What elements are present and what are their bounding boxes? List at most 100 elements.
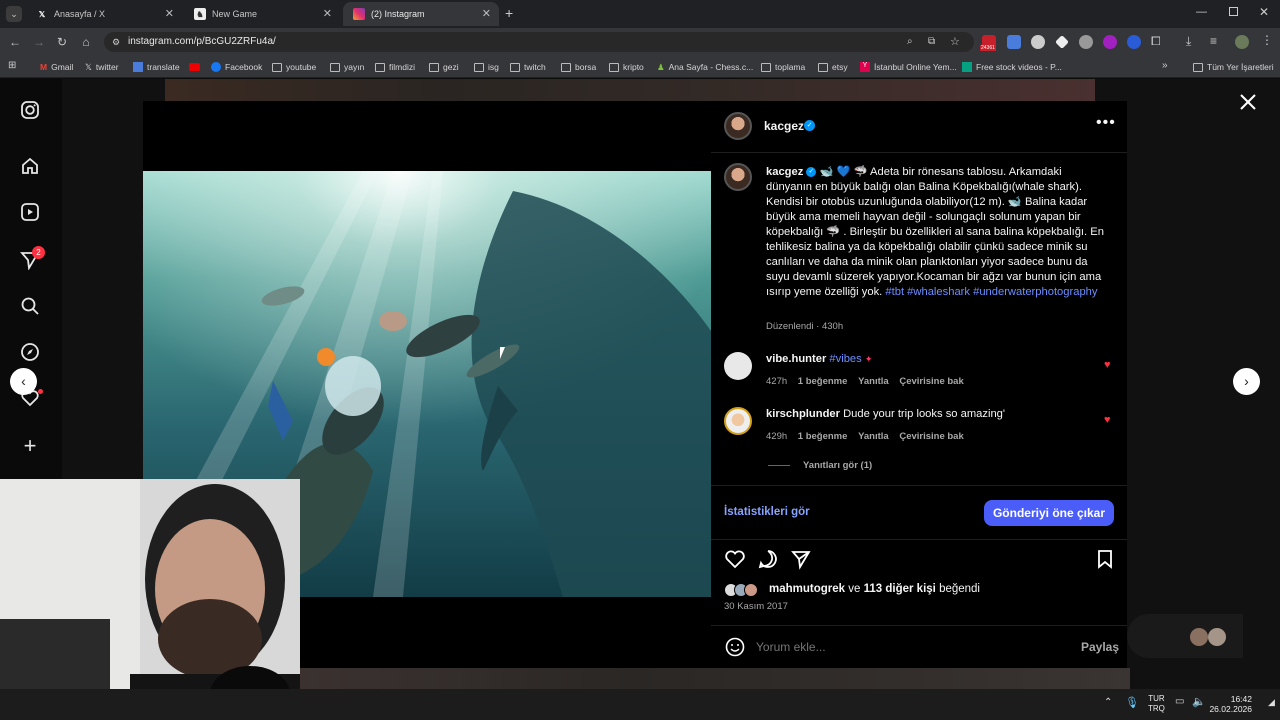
next-post-button[interactable]: › [1233,368,1260,395]
bookmark-folder-kripto[interactable]: kripto [609,59,644,75]
commenter-avatar[interactable] [724,407,752,435]
install-app-icon[interactable]: ⧉ [928,32,935,52]
browser-menu-icon[interactable]: ⋮ [1261,33,1273,47]
language-indicator[interactable]: TUR TRQ [1148,694,1165,714]
close-tab-icon[interactable]: ✕ [165,7,174,20]
reply-button[interactable]: Yanıtla [858,431,889,442]
tab-instagram[interactable]: (2) Instagram ✕ [343,2,499,26]
extension-grey-icon[interactable] [1031,35,1045,49]
comment-likes[interactable]: 1 beğenme [798,376,848,387]
notification-center-icon[interactable]: ◢ [1268,697,1275,708]
bookmark-folder-etsy[interactable]: etsy [818,59,848,75]
bookmark-facebook[interactable]: Facebook [211,59,262,75]
bookmark-star-icon[interactable]: ☆ [950,32,960,52]
caption-username[interactable]: kacgez [766,166,803,178]
author-avatar[interactable] [724,112,752,140]
liked-by-others[interactable]: 113 diğer kişi [864,583,936,595]
more-options-icon[interactable]: ••• [1096,114,1116,132]
translate-extension-icon[interactable] [1007,35,1021,49]
bookmark-youtube-play[interactable] [189,59,200,75]
author-username[interactable]: kacgez [764,119,804,133]
caption-avatar[interactable] [724,163,752,191]
comment-username[interactable]: vibe.hunter [766,353,826,365]
comment-input[interactable] [756,637,1056,657]
url-input[interactable]: ⚙ instagram.com/p/BcGU2ZRFu4a/ ⌕ ⧉ ☆ [104,32,974,52]
emoji-picker-icon[interactable] [724,636,746,663]
show-hidden-icons-icon[interactable]: ⌃ [1104,697,1112,708]
bookmark-yemeksepeti[interactable]: Y İstanbul Online Yem... [860,59,957,75]
extension-purple-icon[interactable] [1103,35,1117,49]
instagram-logo-icon[interactable] [20,100,40,120]
commenter-avatar[interactable] [724,352,752,380]
all-bookmarks[interactable]: Tüm Yer İşaretleri [1193,59,1274,75]
save-bookmark-icon[interactable] [1094,548,1116,575]
bookmark-folder-toplama[interactable]: toplama [761,59,805,75]
new-tab-button[interactable]: + [505,5,513,21]
extensions-puzzle-icon[interactable]: ⧠ [1151,34,1161,49]
bookmark-folder-gezi[interactable]: gezi [429,59,459,75]
create-plus-icon[interactable]: + [20,435,40,457]
bookmark-folder-isg[interactable]: isg [474,59,499,75]
comment-username[interactable]: kirschplunder [766,408,840,420]
comment-likes[interactable]: 1 beğenme [798,431,848,442]
hashtag-whaleshark[interactable]: #whaleshark [907,286,970,298]
bookmark-folder-twitch[interactable]: twitch [510,59,546,75]
bookmark-folder-yayin[interactable]: yayın [330,59,364,75]
extension-blue-icon[interactable] [1127,35,1141,49]
tab-new-game[interactable]: ♞ New Game ✕ [184,2,340,26]
site-info-icon[interactable]: ⚙ [112,32,120,52]
hashtag-underwaterphotography[interactable]: #underwaterphotography [973,286,1097,298]
search-icon[interactable] [20,296,40,316]
profile-avatar[interactable] [1235,35,1249,49]
close-modal-icon[interactable] [1238,92,1258,112]
minimize-button[interactable]: — [1196,6,1207,18]
bookmark-folder-borsa[interactable]: borsa [561,59,596,75]
bookmark-pexels[interactable]: Free stock videos - P... [962,59,1062,75]
home-icon[interactable]: ⌂ [78,34,94,50]
extension-glasses-icon[interactable] [1079,35,1093,49]
comment-text[interactable]: #vibes [829,353,861,365]
tab-x[interactable]: 𝕏 Anasayfa / X ✕ [26,2,182,26]
more-bookmarks-icon[interactable]: » [1162,60,1168,71]
apps-grid-icon[interactable]: ⊞ [8,60,16,71]
like-heart-icon[interactable] [724,548,746,575]
close-tab-icon[interactable]: ✕ [482,7,491,20]
translate-button[interactable]: Çevirisine bak [899,431,963,442]
reload-icon[interactable]: ↻ [54,34,70,50]
extension-diamond-icon[interactable] [1055,35,1069,49]
bookmark-folder-youtube[interactable]: youtube [272,59,316,75]
previous-post-button[interactable]: ‹ [10,368,37,395]
share-send-icon[interactable] [790,548,812,575]
microphone-icon[interactable]: 🎙 [1125,696,1139,709]
explore-compass-icon[interactable] [20,342,40,362]
clock[interactable]: 16:42 26.02.2026 [1208,694,1252,714]
zoom-icon[interactable]: ⌕ [907,32,913,52]
comment-like-heart-icon[interactable]: ♥ [1104,414,1111,426]
reading-list-icon[interactable]: ≡ [1210,34,1217,48]
bookmark-folder-filmdizi[interactable]: filmdizi [375,59,415,75]
insights-link[interactable]: İstatistikleri gör [724,506,810,518]
restore-button[interactable] [1229,7,1238,16]
forward-arrow-icon[interactable]: → [31,34,47,50]
back-arrow-icon[interactable]: ← [7,34,23,50]
hashtag-tbt[interactable]: #tbt [885,286,904,298]
tab-search-button[interactable]: ⌄ [6,6,22,22]
reels-icon[interactable] [20,202,40,222]
network-icon[interactable]: ▭ [1175,696,1184,707]
comment-like-heart-icon[interactable]: ♥ [1104,359,1111,371]
close-window-button[interactable]: ✕ [1259,5,1269,19]
liked-by-user[interactable]: mahmutogrek [769,583,845,595]
bookmark-translate[interactable]: translate [133,59,180,75]
view-replies-button[interactable]: Yanıtları gör (1) [803,460,872,471]
bookmark-gmail[interactable]: M Gmail [40,59,73,75]
download-icon[interactable]: ⤓ [1186,34,1191,49]
translate-button[interactable]: Çevirisine bak [899,376,963,387]
boost-post-button[interactable]: Gönderiyi öne çıkar [984,500,1114,526]
volume-icon[interactable]: 🔈 [1192,695,1206,708]
close-tab-icon[interactable]: ✕ [323,7,332,20]
comment-bubble-icon[interactable] [757,548,779,575]
post-comment-button[interactable]: Paylaş [1081,640,1119,654]
bookmark-chess[interactable]: ♟ Ana Sayfa - Chess.c... [657,59,753,75]
reply-button[interactable]: Yanıtla [858,376,889,387]
bookmark-twitter[interactable]: 𝕏twitter [85,59,119,75]
